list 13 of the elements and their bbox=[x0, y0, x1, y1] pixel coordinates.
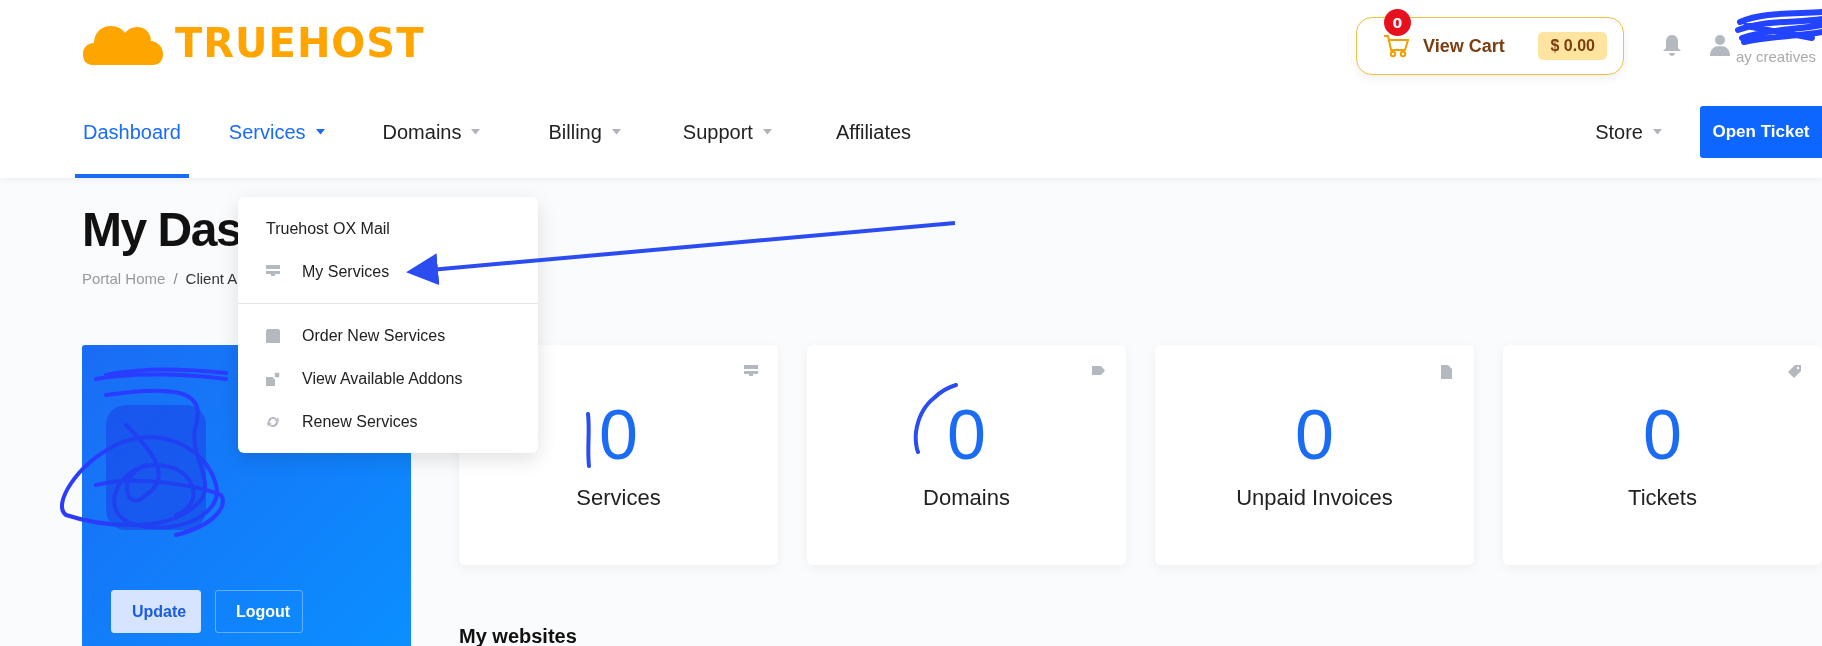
stat-label: Unpaid Invoices bbox=[1236, 485, 1393, 511]
stat-count: 0 bbox=[599, 397, 638, 473]
stat-label: Services bbox=[576, 485, 661, 511]
stat-label: Tickets bbox=[1628, 485, 1697, 511]
page-title: My Das bbox=[82, 202, 242, 258]
cart-total: $ 0.00 bbox=[1538, 32, 1607, 60]
cart-label: View Cart bbox=[1422, 35, 1506, 57]
stat-count: 0 bbox=[1643, 397, 1682, 473]
stat-count: 0 bbox=[1295, 397, 1334, 473]
stat-count: 0 bbox=[947, 397, 986, 473]
logo-text: TRUEHOST bbox=[175, 20, 425, 66]
stat-label: Domains bbox=[923, 485, 1010, 511]
breadcrumb-separator: / bbox=[173, 270, 178, 287]
